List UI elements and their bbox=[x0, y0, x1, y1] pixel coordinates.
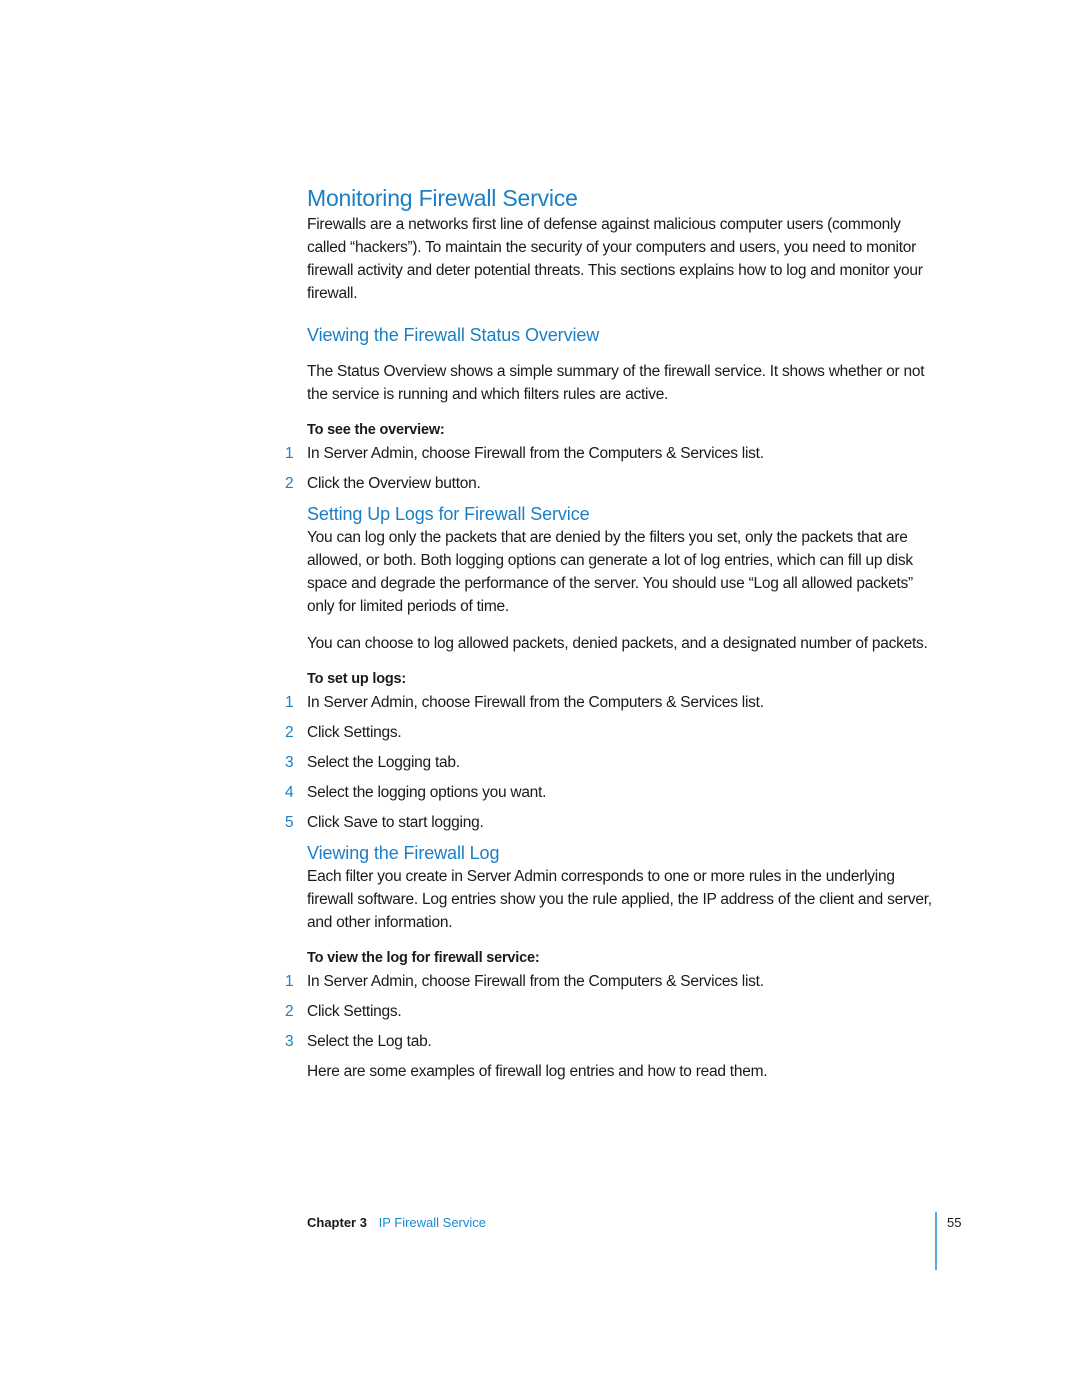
task-label-view-log: To view the log for firewall service: bbox=[307, 950, 540, 966]
section-title: Monitoring Firewall Service bbox=[307, 185, 578, 211]
page-footer: Chapter 3 IP Firewall Service bbox=[307, 1214, 486, 1232]
document-page: Monitoring Firewall Service Firewalls ar… bbox=[0, 0, 1080, 1397]
steps-view-log: 1 In Server Admin, choose Firewall from t… bbox=[285, 970, 937, 1053]
step-text: Click Settings. bbox=[307, 724, 402, 741]
viewing-log-closing: Here are some examples of firewall log e… bbox=[307, 1063, 768, 1080]
step-number: 4 bbox=[285, 784, 294, 801]
step-item: 3 Select the Logging tab. bbox=[285, 751, 937, 774]
step-number: 1 bbox=[285, 694, 294, 711]
subsection-title-setting-up-logs: Setting Up Logs for Firewall Service bbox=[307, 504, 590, 524]
setting-up-logs-paragraph-1: You can log only the packets that are de… bbox=[307, 529, 913, 615]
step-number: 5 bbox=[285, 814, 294, 831]
footer-chapter-title-link[interactable]: IP Firewall Service bbox=[379, 1215, 486, 1230]
steps-see-overview: 1 In Server Admin, choose Firewall from t… bbox=[285, 442, 937, 495]
step-text: Click Save to start logging. bbox=[307, 814, 484, 831]
step-text: In Server Admin, choose Firewall from th… bbox=[307, 694, 764, 711]
step-number: 2 bbox=[285, 724, 294, 741]
step-item: 3 Select the Log tab. bbox=[285, 1030, 937, 1053]
step-text: Click Settings. bbox=[307, 1003, 402, 1020]
setting-up-logs-paragraph-2: You can choose to log allowed packets, d… bbox=[307, 635, 928, 652]
step-item: 2 Click Settings. bbox=[285, 1000, 937, 1023]
step-item: 1 In Server Admin, choose Firewall from t… bbox=[285, 442, 937, 465]
task-label-see-overview: To see the overview: bbox=[307, 422, 445, 438]
step-text: Select the Log tab. bbox=[307, 1033, 432, 1050]
footer-chapter-label: Chapter 3 bbox=[307, 1215, 367, 1230]
step-text: In Server Admin, choose Firewall from th… bbox=[307, 445, 764, 462]
step-text: Select the logging options you want. bbox=[307, 784, 547, 801]
step-item: 2 Click Settings. bbox=[285, 721, 937, 744]
step-number: 3 bbox=[285, 754, 294, 771]
subsection-title-status-overview: Viewing the Firewall Status Overview bbox=[307, 325, 600, 345]
step-item: 1 In Server Admin, choose Firewall from t… bbox=[285, 691, 937, 714]
step-text: Select the Logging tab. bbox=[307, 754, 460, 771]
step-item: 2 Click the Overview button. bbox=[285, 472, 937, 495]
steps-set-up-logs: 1 In Server Admin, choose Firewall from t… bbox=[285, 691, 937, 834]
page-content: Monitoring Firewall Service Firewalls ar… bbox=[285, 184, 937, 1083]
step-number: 3 bbox=[285, 1033, 294, 1050]
status-overview-paragraph: The Status Overview shows a simple summa… bbox=[307, 363, 925, 403]
step-number: 1 bbox=[285, 973, 294, 990]
viewing-log-paragraph: Each filter you create in Server Admin c… bbox=[307, 868, 932, 931]
step-text: Click the Overview button. bbox=[307, 475, 481, 492]
footer-divider bbox=[935, 1212, 937, 1270]
page-number: 55 bbox=[947, 1215, 962, 1230]
step-number: 2 bbox=[285, 475, 294, 492]
step-text: In Server Admin, choose Firewall from th… bbox=[307, 973, 764, 990]
step-item: 1 In Server Admin, choose Firewall from t… bbox=[285, 970, 937, 993]
step-item: 5 Click Save to start logging. bbox=[285, 811, 937, 834]
task-label-set-up-logs: To set up logs: bbox=[307, 671, 407, 687]
step-item: 4 Select the logging options you want. bbox=[285, 781, 937, 804]
step-number: 2 bbox=[285, 1003, 294, 1020]
step-number: 1 bbox=[285, 445, 294, 462]
section-intro: Firewalls are a networks first line of d… bbox=[307, 216, 923, 302]
subsection-title-viewing-log: Viewing the Firewall Log bbox=[307, 843, 500, 863]
